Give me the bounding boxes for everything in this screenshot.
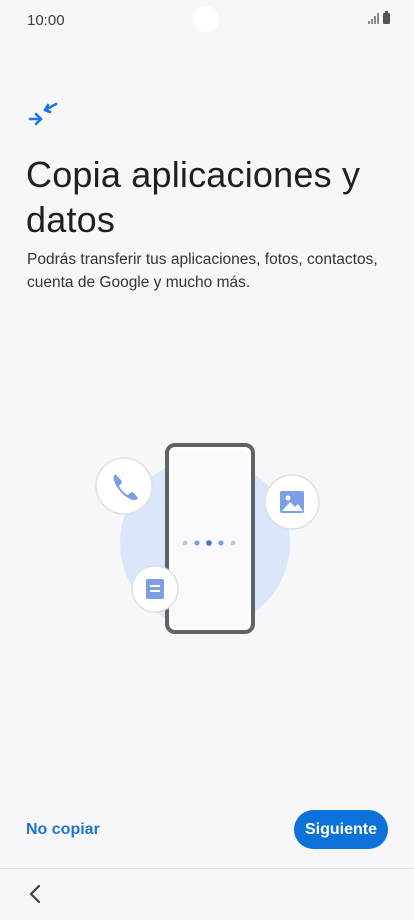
page-description: Podrás transferir tus aplicaciones, foto…	[27, 251, 378, 291]
page-title: Copia aplicaciones y datos	[26, 154, 361, 240]
progress-dot	[230, 540, 236, 546]
document-icon	[131, 565, 179, 613]
status-time: 10:00	[27, 12, 65, 29]
signal-icon	[368, 13, 379, 24]
progress-dot	[182, 540, 188, 546]
transfer-illustration	[95, 443, 320, 634]
no-copy-button[interactable]: No copiar	[26, 818, 100, 842]
battery-icon	[383, 11, 390, 24]
next-button[interactable]: Siguiente	[294, 810, 388, 849]
chevron-left-icon[interactable]	[24, 880, 48, 908]
progress-dot	[194, 540, 200, 546]
status-icons	[368, 11, 390, 24]
progress-dot	[206, 540, 212, 546]
transfer-arrows-icon	[28, 102, 58, 126]
phone-icon	[95, 457, 153, 515]
progress-dot	[218, 540, 224, 546]
navigation-divider	[0, 868, 414, 869]
camera-cutout	[193, 6, 219, 32]
status-bar: 10:00	[0, 0, 414, 44]
image-icon	[264, 474, 320, 530]
phone-screen	[172, 451, 248, 626]
